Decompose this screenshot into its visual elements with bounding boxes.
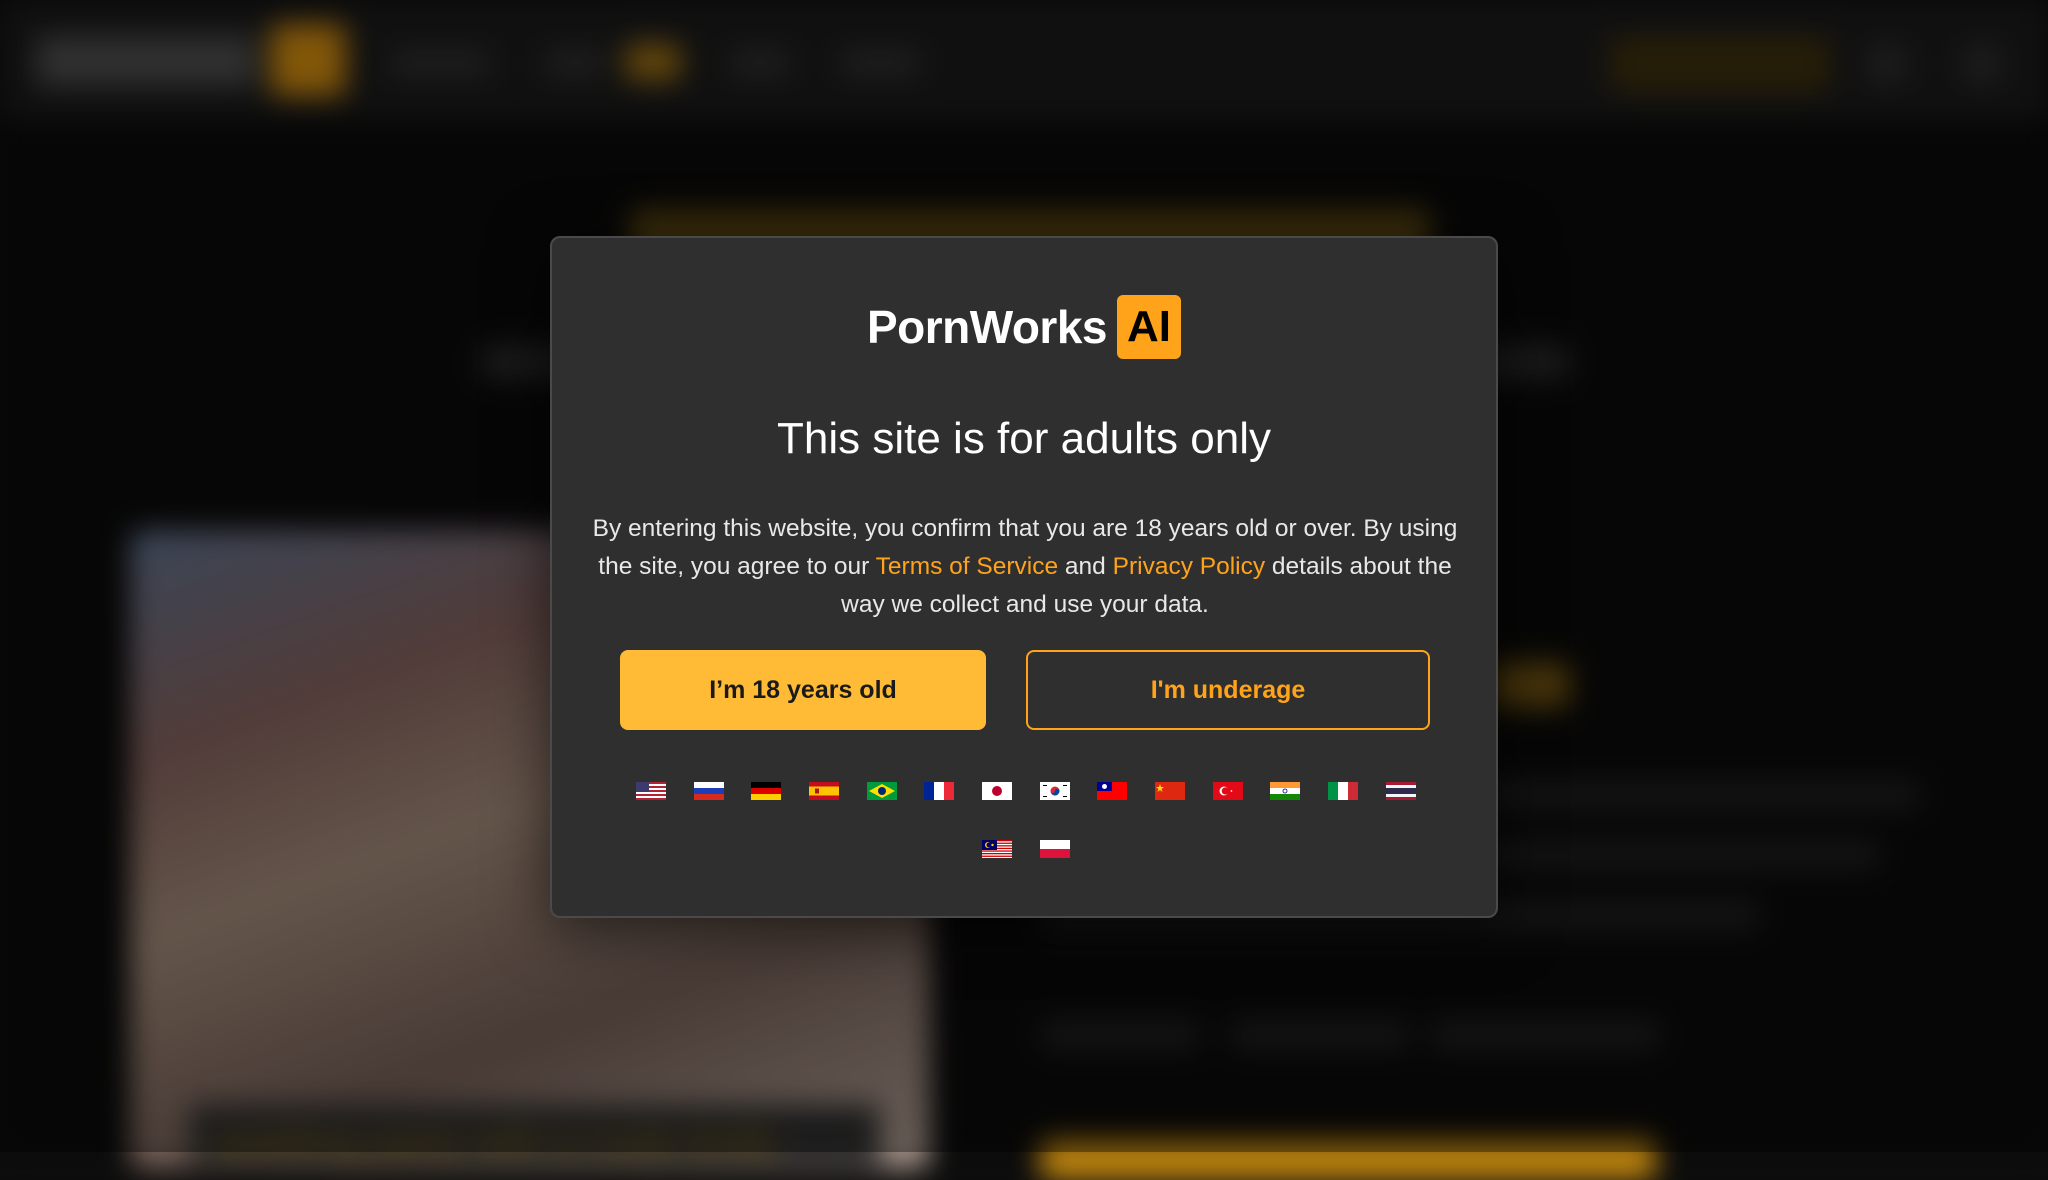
fr-flag-icon[interactable]: [924, 782, 954, 800]
pl-flag-icon[interactable]: [1040, 840, 1070, 858]
es-flag-icon[interactable]: [809, 782, 839, 800]
brand-badge: AI: [1117, 295, 1182, 359]
confirm-adult-button[interactable]: I’m 18 years old: [620, 650, 986, 730]
terms-of-service-link[interactable]: Terms of Service: [876, 553, 1058, 580]
underage-button[interactable]: I'm underage: [1026, 650, 1430, 730]
ru-flag-icon[interactable]: [694, 782, 724, 800]
body-text-and: and: [1064, 553, 1106, 580]
my-flag-icon[interactable]: [982, 840, 1012, 858]
in-flag-icon[interactable]: [1270, 782, 1300, 800]
it-flag-icon[interactable]: [1328, 782, 1358, 800]
brand-logo: PornWorks AI: [552, 292, 1496, 362]
age-verification-modal: PornWorks AI This site is for adults onl…: [550, 236, 1498, 918]
modal-title: This site is for adults only: [777, 414, 1271, 463]
tr-flag-icon[interactable]: [1213, 782, 1243, 800]
us-flag-icon[interactable]: [636, 782, 666, 800]
modal-body: By entering this website, you confirm th…: [592, 510, 1458, 624]
th-flag-icon[interactable]: [1386, 782, 1416, 800]
tw-flag-icon[interactable]: [1097, 782, 1127, 800]
kr-flag-icon[interactable]: [1040, 782, 1070, 800]
privacy-policy-link[interactable]: Privacy Policy: [1113, 553, 1265, 580]
jp-flag-icon[interactable]: [982, 782, 1012, 800]
br-flag-icon[interactable]: [867, 782, 897, 800]
de-flag-icon[interactable]: [751, 782, 781, 800]
brand-name: PornWorks: [866, 301, 1108, 353]
cn-flag-icon[interactable]: [1155, 782, 1185, 800]
